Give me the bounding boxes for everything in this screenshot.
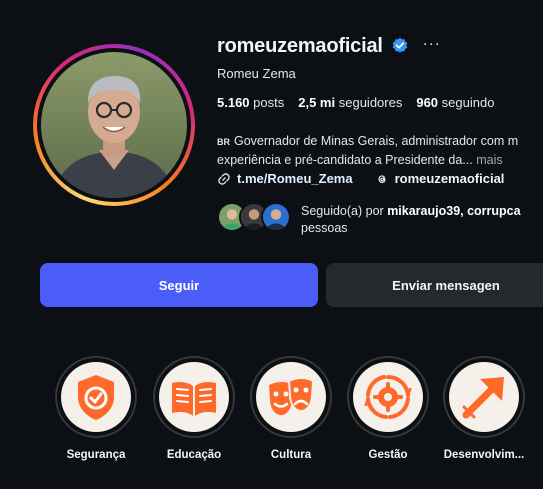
follow-button[interactable]: Seguir bbox=[40, 263, 318, 307]
followers-label: seguidores bbox=[338, 95, 403, 110]
highlight-label: Segurança bbox=[66, 449, 126, 461]
more-options-icon[interactable]: ··· bbox=[423, 36, 441, 51]
bio-line-2: experiência e pré-candidato a Presidente… bbox=[217, 151, 543, 169]
followed-by-suffix: pessoas bbox=[301, 221, 348, 235]
highlight-cover bbox=[61, 362, 131, 432]
highlight-label: Cultura bbox=[270, 449, 312, 461]
avatar-gap bbox=[37, 48, 191, 202]
followed-by-prefix: Seguido(a) por bbox=[301, 204, 384, 218]
flag-label: BR bbox=[217, 137, 230, 147]
send-message-button[interactable]: Enviar mensagen bbox=[326, 263, 543, 307]
profile-stats: 5.160 posts 2,5 mi seguidores 960 seguin… bbox=[217, 95, 508, 110]
followers-count[interactable]: 2,5 mi seguidores bbox=[298, 95, 402, 110]
highlight-ring bbox=[55, 356, 137, 438]
highlight-cultura[interactable]: Cultura bbox=[250, 356, 332, 461]
open-book-icon bbox=[172, 382, 216, 416]
highlight-cover bbox=[353, 362, 423, 432]
highlight-gestao[interactable]: Gestão bbox=[347, 356, 429, 461]
arrow-up-right-icon bbox=[462, 377, 504, 419]
bio-text-2: experiência e pré-candidato a Presidente… bbox=[217, 153, 473, 167]
highlight-ring bbox=[347, 356, 429, 438]
highlight-label: Gestão bbox=[368, 449, 408, 461]
follower-avatar-3 bbox=[261, 202, 291, 232]
followers-value: 2,5 mi bbox=[298, 95, 336, 110]
following-value: 960 bbox=[416, 95, 439, 110]
highlight-desenvolvimento[interactable]: Desenvolvim... bbox=[443, 356, 525, 461]
avatar-story-ring[interactable] bbox=[33, 44, 195, 206]
avatar-photo bbox=[41, 52, 187, 198]
highlight-educacao[interactable]: Educação bbox=[153, 356, 235, 461]
verified-badge-icon bbox=[392, 37, 408, 53]
full-name: Romeu Zema bbox=[217, 66, 296, 81]
posts-value: 5.160 bbox=[217, 95, 250, 110]
highlight-label: Desenvolvim... bbox=[443, 449, 525, 461]
highlight-cover bbox=[256, 362, 326, 432]
bio-text-1: Governador de Minas Gerais, administrado… bbox=[234, 134, 519, 148]
links-row: t.me/Romeu_Zema romeuzemaoficial bbox=[217, 171, 504, 186]
threads-link-text: romeuzemaoficial bbox=[394, 171, 505, 186]
threads-link[interactable]: romeuzemaoficial bbox=[375, 171, 505, 186]
highlight-seguranca[interactable]: Segurança bbox=[55, 356, 137, 461]
avatar[interactable] bbox=[41, 52, 187, 198]
highlight-ring bbox=[250, 356, 332, 438]
link-icon bbox=[218, 172, 230, 185]
username[interactable]: romeuzemaoficial bbox=[217, 35, 383, 58]
highlight-cover bbox=[159, 362, 229, 432]
website-link[interactable]: t.me/Romeu_Zema bbox=[217, 171, 353, 186]
theater-masks-icon bbox=[269, 377, 315, 416]
bio-line-1: BR Governador de Minas Gerais, administra… bbox=[217, 132, 543, 151]
bio-more-link[interactable]: mais bbox=[476, 153, 502, 167]
following-count[interactable]: 960 seguindo bbox=[416, 95, 494, 110]
highlight-label: Educação bbox=[166, 449, 222, 461]
username-row: romeuzemaoficial ··· bbox=[217, 32, 441, 60]
posts-label: posts bbox=[253, 95, 285, 110]
highlight-cover bbox=[449, 362, 519, 432]
gear-cycle-icon bbox=[364, 374, 412, 419]
followed-by-text: Seguido(a) por mikaraujo39, corrupca pes… bbox=[301, 203, 521, 237]
highlight-ring bbox=[443, 356, 525, 438]
highlight-ring bbox=[153, 356, 235, 438]
bio: BR Governador de Minas Gerais, administra… bbox=[217, 132, 543, 169]
threads-icon bbox=[378, 174, 386, 183]
website-link-text: t.me/Romeu_Zema bbox=[237, 171, 353, 186]
shield-check-icon bbox=[78, 375, 114, 420]
posts-count[interactable]: 5.160 posts bbox=[217, 95, 284, 110]
followed-by-names[interactable]: mikaraujo39, corrupca bbox=[387, 204, 520, 218]
following-label: seguindo bbox=[441, 95, 495, 110]
followed-by[interactable]: Seguido(a) por mikaraujo39, corrupca pes… bbox=[217, 202, 521, 237]
